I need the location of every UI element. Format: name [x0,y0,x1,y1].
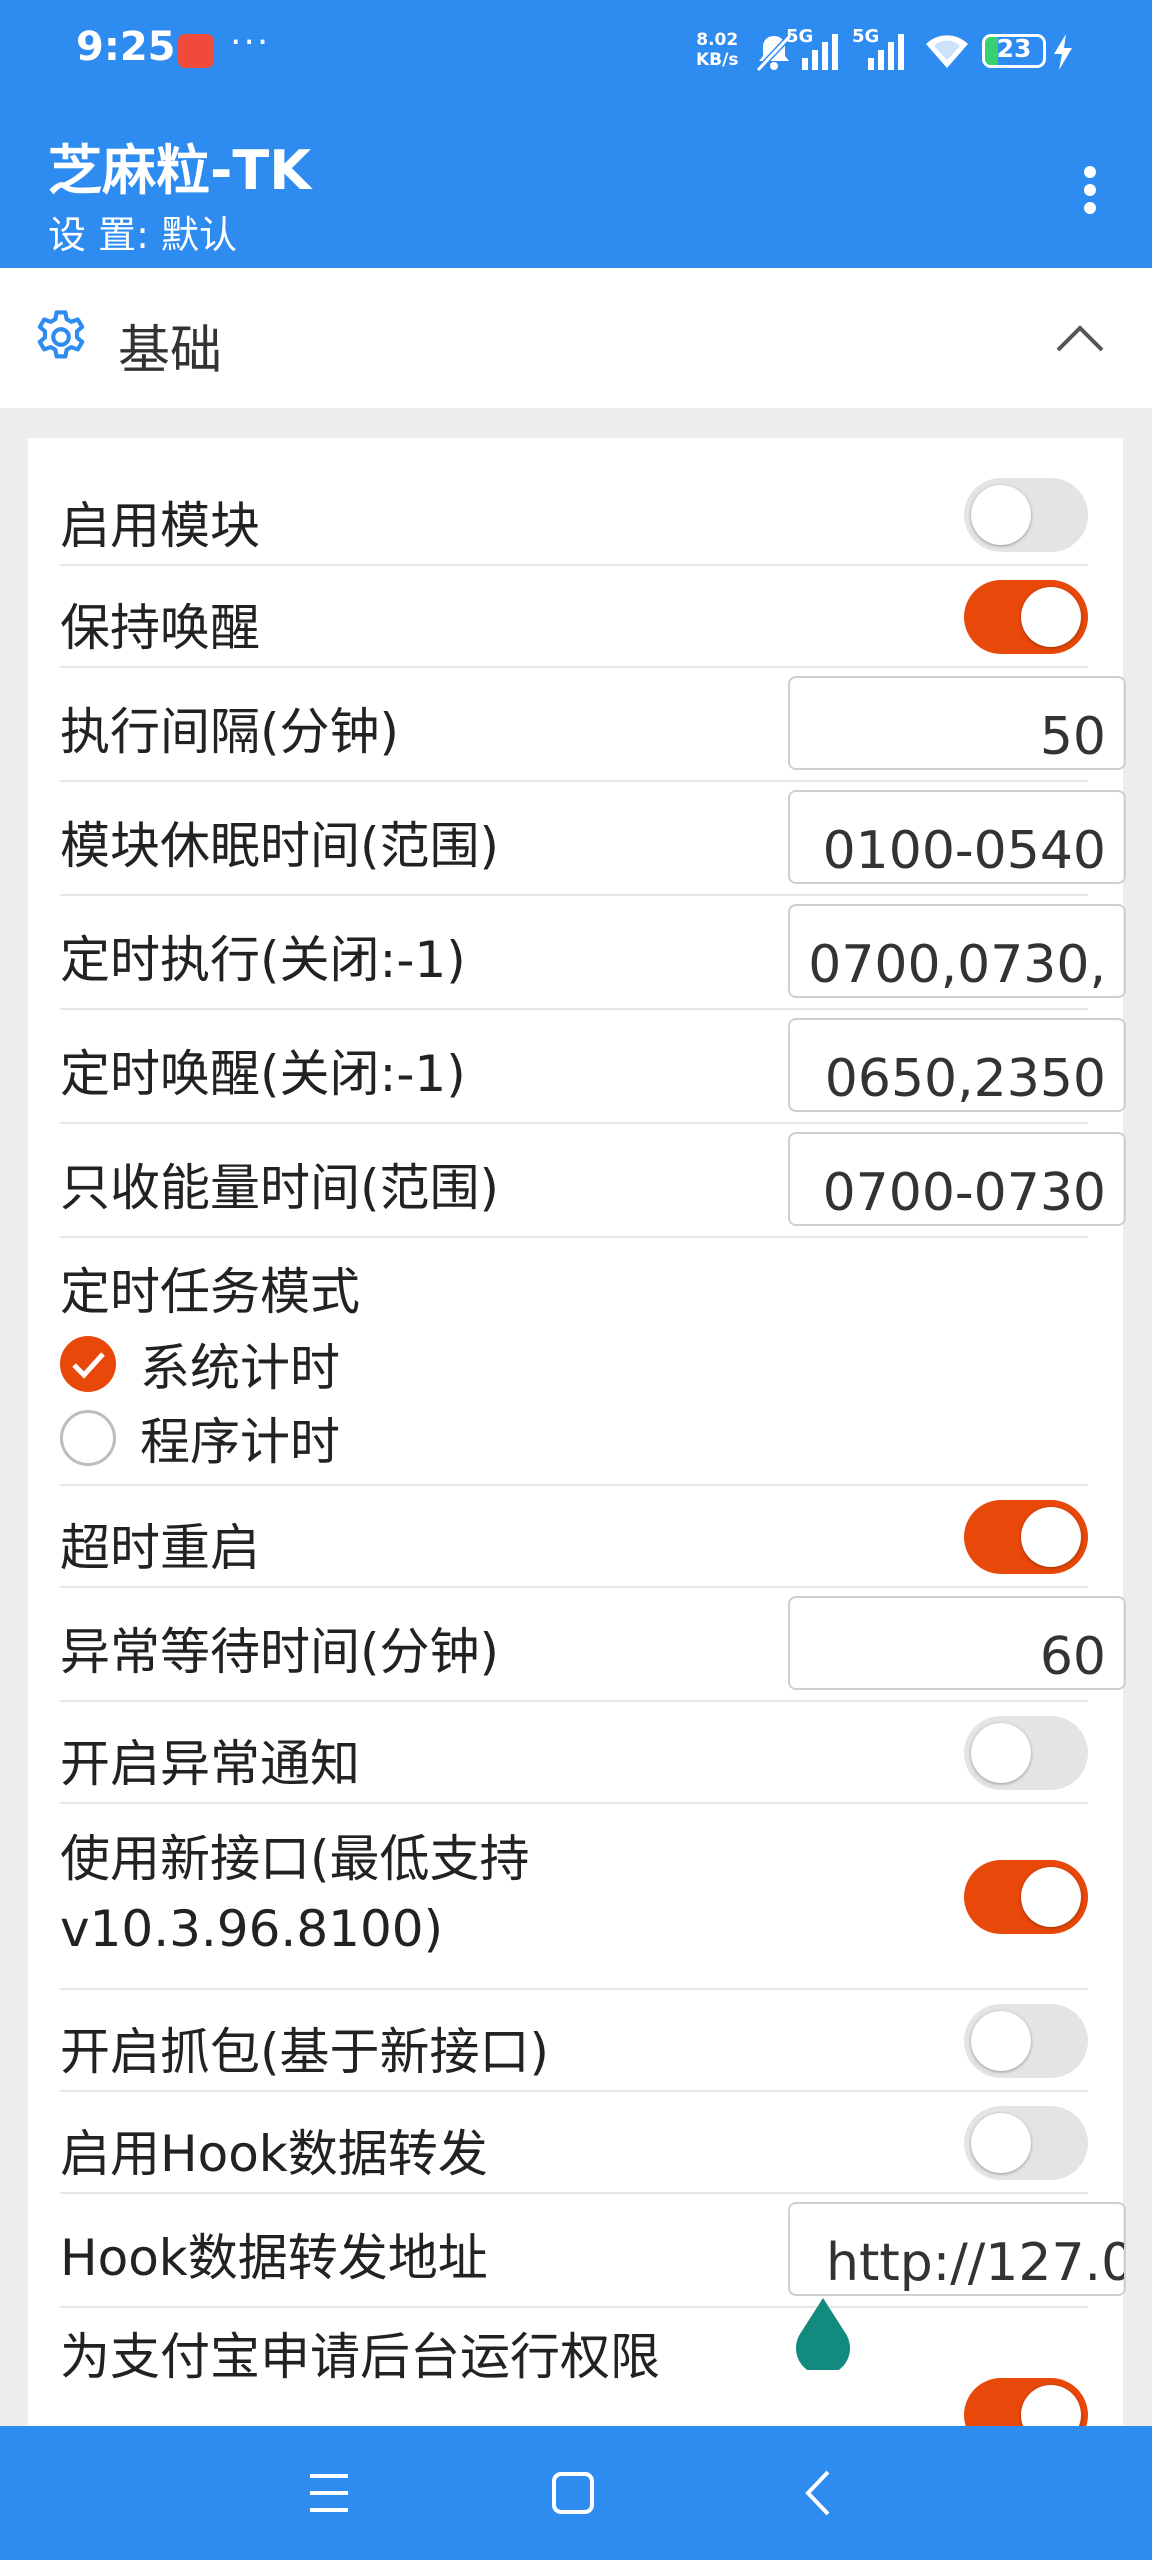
settings-card: 启用模块 保持唤醒 执行间隔(分钟) 50 模块休眠时间(范围) 0100-05… [28,438,1126,2452]
setting-new-api: 使用新接口(最低支持v10.3.96.8100) [60,1804,1088,1990]
setting-label: 启用Hook数据转发 [60,2125,488,2183]
setting-label: 定时任务模式 [60,1263,360,1321]
setting-error-wait: 异常等待时间(分钟) 60 [60,1588,1126,1702]
setting-hook-forward: 启用Hook数据转发 [60,2092,1088,2194]
section-header-basic[interactable]: 基础 [0,268,1152,408]
setting-scheduled-run: 定时执行(关闭:-1) 0700,0730, [60,896,1126,1010]
setting-interval: 执行间隔(分钟) 50 [60,668,1126,782]
interval-input[interactable]: 50 [788,676,1126,770]
battery-icon: 23 [982,34,1046,68]
setting-label: 只收能量时间(范围) [60,1159,500,1217]
radio-system-timer[interactable]: 系统计时 [60,1328,560,1398]
chevron-up-icon[interactable] [1052,318,1108,358]
setting-scheduled-wake: 定时唤醒(关闭:-1) 0650,2350 [60,1010,1126,1124]
text-cursor-handle[interactable] [794,2296,852,2370]
app-subtitle: 设 置: 默认 [48,213,237,257]
app-title: 芝麻粒-TK [48,139,312,202]
battery-percent: 23 [996,34,1032,63]
enable-module-toggle[interactable] [964,478,1088,552]
hook-forward-url-input[interactable]: http://127.0 [788,2202,1126,2296]
navigation-bar [0,2426,1152,2560]
scheduled-run-input[interactable]: 0700,0730, [788,904,1126,998]
menu-icon[interactable] [306,2466,352,2520]
more-notifications-icon: ··· [230,22,271,63]
home-square-icon[interactable] [550,2466,596,2520]
keep-awake-toggle[interactable] [964,580,1088,654]
back-icon[interactable] [796,2466,842,2520]
setting-label: 执行间隔(分钟) [60,703,400,761]
setting-task-mode: 定时任务模式 系统计时 程序计时 [60,1238,1088,1486]
setting-label: 开启抓包(基于新接口) [60,2023,550,2081]
setting-timeout-restart: 超时重启 [60,1486,1088,1588]
setting-error-notify: 开启异常通知 [60,1702,1088,1804]
radio-button[interactable] [60,1410,116,1466]
setting-label: 超时重启 [60,1519,260,1577]
new-api-toggle[interactable] [964,1860,1088,1934]
setting-label: 异常等待时间(分钟) [60,1623,500,1681]
setting-sleep-time: 模块休眠时间(范围) 0100-0540 [60,782,1126,896]
huawei-app-icon [178,34,214,68]
setting-label: 启用模块 [60,497,260,555]
network-speed-value: 8.02 [696,30,739,50]
radio-button[interactable] [60,1336,116,1392]
setting-label: 定时唤醒(关闭:-1) [60,1045,466,1103]
setting-enable-module: 启用模块 [60,464,1088,566]
setting-label: 模块休眠时间(范围) [60,817,500,875]
setting-label: 保持唤醒 [60,599,260,657]
setting-packet-capture: 开启抓包(基于新接口) [60,1990,1088,2092]
gear-icon [37,310,85,359]
sleep-time-input[interactable]: 0100-0540 [788,790,1126,884]
status-bar: 9:25 ··· 8.02 KB/s 5G 5G 23 [0,0,1152,100]
setting-label: 为支付宝申请后台运行权限 [60,2328,660,2386]
signal-icon [802,34,838,70]
status-time: 9:25 [76,24,176,70]
hook-forward-toggle[interactable] [964,2106,1088,2180]
app-bar: 9:25 ··· 8.02 KB/s 5G 5G 23 芝麻粒-TK 设 置: … [0,0,1152,268]
network-speed-unit: KB/s [696,50,739,70]
radio-program-timer[interactable]: 程序计时 [60,1402,560,1472]
error-wait-input[interactable]: 60 [788,1596,1126,1690]
network-speed: 8.02 KB/s [696,30,738,70]
radio-label: 程序计时 [140,1413,340,1471]
setting-hook-forward-url: Hook数据转发地址 http://127.0 [60,2194,1126,2308]
radio-label: 系统计时 [140,1339,340,1397]
timeout-restart-toggle[interactable] [964,1500,1088,1574]
packet-capture-toggle[interactable] [964,2004,1088,2078]
more-vert-icon[interactable] [1070,160,1110,216]
setting-energy-only-time: 只收能量时间(范围) 0700-0730 [60,1124,1126,1238]
setting-keep-awake: 保持唤醒 [60,566,1088,668]
check-icon [72,1352,105,1379]
signal-icon-2 [868,34,904,70]
wifi-icon [926,35,968,68]
setting-label: Hook数据转发地址 [60,2229,488,2287]
scheduled-wake-input[interactable]: 0650,2350 [788,1018,1126,1112]
error-notify-toggle[interactable] [964,1716,1088,1790]
section-title: 基础 [118,321,223,381]
charging-icon [1054,34,1072,70]
setting-label: 定时执行(关闭:-1) [60,931,466,989]
energy-only-time-input[interactable]: 0700-0730 [788,1132,1126,1226]
setting-label: 使用新接口(最低支持v10.3.96.8100) [60,1830,530,1958]
setting-label: 开启异常通知 [60,1735,360,1793]
